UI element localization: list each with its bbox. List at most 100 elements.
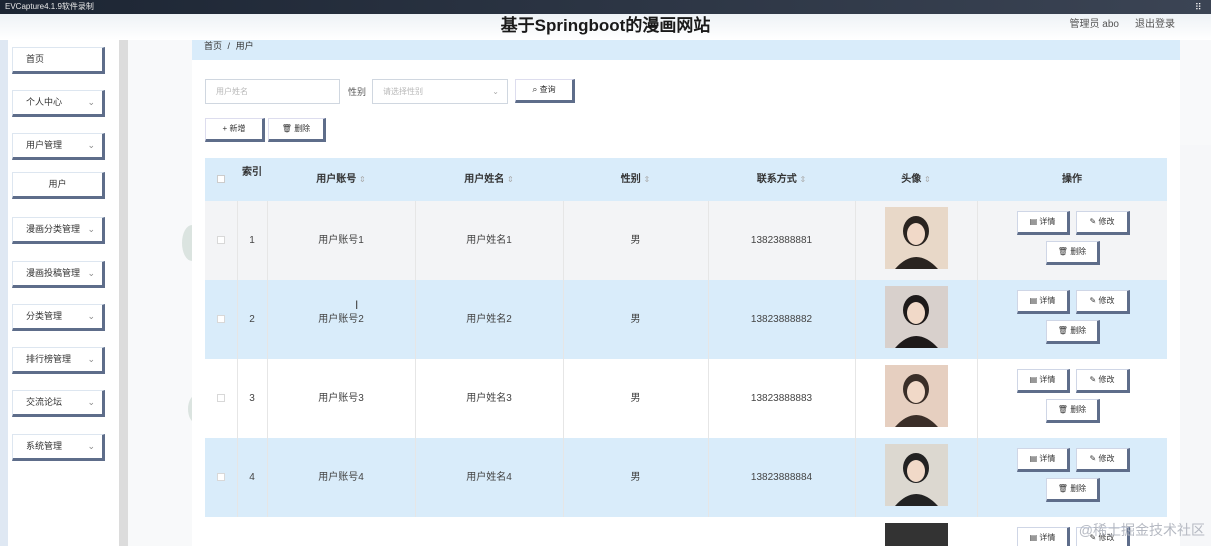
edit-icon: ✎ [1089, 375, 1097, 384]
logout-link[interactable]: 退出登录 [1135, 18, 1175, 32]
cell-name: 用户姓名1 [466, 235, 512, 246]
edit-button-label: 修改 [1098, 296, 1115, 305]
recorder-bar: EVCapture4.1.9软件录制 ⠿ [0, 0, 1211, 14]
query-button[interactable]: ⌕ 查询 [515, 79, 575, 103]
sidebar-item[interactable]: 漫画分类管理 ⌄ [12, 217, 105, 244]
delete-button[interactable]: 🗑 删除 [1046, 399, 1100, 423]
edit-button[interactable]: ✎ 修改 [1076, 211, 1130, 235]
delete-button-label: 删除 [1070, 326, 1087, 335]
sort-icon[interactable]: ⇕ [359, 175, 366, 184]
edit-icon: ✎ [1089, 217, 1097, 226]
row-checkbox[interactable] [217, 236, 225, 244]
sidebar-item-label: 交流论坛 [26, 397, 63, 407]
cell-gender: 男 [630, 235, 641, 246]
table-header: 索引 用户账号 ⇕ 用户姓名 ⇕ 性别 ⇕ 联系方式 ⇕ 头像 ⇕ 操作 [205, 158, 1167, 201]
column-divider [855, 280, 856, 359]
header-name[interactable]: 用户姓名 ⇕ [415, 158, 563, 201]
gender-label: 性别 [348, 87, 367, 97]
detail-icon: ▤ [1029, 375, 1038, 384]
grid-icon[interactable]: ⠿ [1195, 2, 1205, 12]
sidebar-item-label: 首页 [26, 54, 45, 64]
sidebar-item[interactable]: 用户管理 ⌄ [12, 133, 105, 160]
sidebar-item[interactable]: 首页 [12, 47, 105, 74]
header-phone-label: 联系方式 [756, 174, 797, 185]
table-row: 3 用户账号3 用户姓名3 男 13823888883 ▤ 详情 ✎ 修改 🗑 删除 [205, 359, 1167, 438]
avatar [885, 207, 948, 269]
sidebar-item[interactable]: 用户 [12, 172, 105, 199]
search-icon: ⌕ [532, 84, 538, 94]
column-divider [977, 201, 978, 280]
breadcrumb-home[interactable]: 首页 [204, 41, 222, 51]
header-avatar[interactable]: 头像 ⇕ [855, 158, 977, 201]
delete-button-label: 删除 [1070, 484, 1087, 493]
gender-select[interactable]: 请选择性别 ⌄ [372, 79, 508, 104]
breadcrumb-separator: / [227, 41, 231, 51]
detail-button[interactable]: ▤ 详情 [1017, 448, 1070, 472]
detail-button[interactable]: ▤ 详情 [1017, 290, 1070, 314]
query-button-label: 查询 [539, 85, 556, 94]
detail-button[interactable]: ▤ 详情 [1017, 211, 1070, 235]
header-gender[interactable]: 性别 ⇕ [563, 158, 708, 201]
batch-delete-button[interactable]: 🗑 删除 [268, 118, 326, 142]
detail-icon: ▤ [1029, 217, 1038, 226]
header-ops: 操作 [1062, 174, 1082, 185]
header-avatar-label: 头像 [901, 174, 922, 185]
add-button[interactable]: + 新增 [205, 118, 265, 142]
name-search-input[interactable]: 用户姓名 [205, 79, 340, 104]
row-checkbox[interactable] [217, 473, 225, 481]
cell-name: 用户姓名2 [466, 314, 512, 325]
cell-phone: 13823888882 [750, 314, 813, 325]
edit-button[interactable]: ✎ 修改 [1076, 448, 1130, 472]
sidebar-item-label: 分类管理 [26, 311, 63, 321]
header-account-label: 用户账号 [316, 174, 357, 185]
cell-account: 用户账号4 [318, 472, 364, 483]
header-phone[interactable]: 联系方式 ⇕ [708, 158, 855, 201]
sidebar-item-label: 排行榜管理 [26, 354, 72, 364]
column-divider [855, 201, 856, 280]
edit-button-label: 修改 [1098, 217, 1115, 226]
sort-icon[interactable]: ⇕ [507, 175, 514, 184]
row-checkbox[interactable] [217, 315, 225, 323]
sort-icon[interactable]: ⇕ [800, 175, 807, 184]
avatar [885, 365, 948, 427]
sort-icon[interactable]: ⇕ [924, 175, 931, 184]
cell-index: 1 [249, 235, 255, 246]
trash-icon: 🗑 [1057, 326, 1068, 335]
delete-button[interactable]: 🗑 删除 [1046, 320, 1100, 344]
avatar [885, 286, 948, 348]
select-all-checkbox[interactable] [215, 158, 227, 201]
text-cursor-icon: I [355, 298, 359, 312]
delete-button[interactable]: 🗑 删除 [1046, 241, 1100, 265]
header-account[interactable]: 用户账号 ⇕ [267, 158, 415, 201]
edit-icon: ✎ [1089, 296, 1097, 305]
row-checkbox[interactable] [217, 394, 225, 402]
delete-button-label: 删除 [1070, 247, 1087, 256]
edit-icon: ✎ [1089, 454, 1097, 463]
edit-button[interactable]: ✎ 修改 [1076, 369, 1130, 393]
trash-icon: 🗑 [1057, 405, 1068, 414]
chevron-down-icon: ⌄ [87, 441, 95, 451]
watermark: @稀土掘金技术社区 [1078, 522, 1205, 538]
sidebar-item[interactable]: 排行榜管理 ⌄ [12, 347, 105, 374]
cell-gender: 男 [630, 472, 641, 483]
table-row: 2 用户账号2 用户姓名2 男 13823888882 ▤ 详情 ✎ 修改 🗑 删除 [205, 280, 1167, 359]
sidebar-item[interactable]: 分类管理 ⌄ [12, 304, 105, 331]
breadcrumb-current: 用户 [235, 41, 254, 51]
cell-account: 用户账号3 [318, 393, 364, 404]
sort-icon[interactable]: ⇕ [644, 175, 651, 184]
edit-button-label: 修改 [1098, 375, 1115, 384]
edit-button[interactable]: ✎ 修改 [1076, 290, 1130, 314]
sidebar-item[interactable]: 个人中心 ⌄ [12, 90, 105, 117]
sidebar-item[interactable]: 系统管理 ⌄ [12, 434, 105, 461]
sidebar-divider [119, 40, 128, 546]
sidebar-item[interactable]: 交流论坛 ⌄ [12, 390, 105, 417]
detail-button[interactable]: ▤ 详情 [1017, 369, 1070, 393]
cell-account: 用户账号2 [318, 314, 364, 325]
trash-icon: 🗑 [1057, 247, 1068, 256]
header-gender-label: 性别 [620, 174, 641, 185]
delete-button[interactable]: 🗑 删除 [1046, 478, 1100, 502]
column-divider [855, 359, 856, 438]
detail-icon: ▤ [1029, 454, 1038, 463]
detail-button[interactable]: ▤ 详情 [1017, 527, 1070, 546]
sidebar-item[interactable]: 漫画投稿管理 ⌄ [12, 261, 105, 288]
